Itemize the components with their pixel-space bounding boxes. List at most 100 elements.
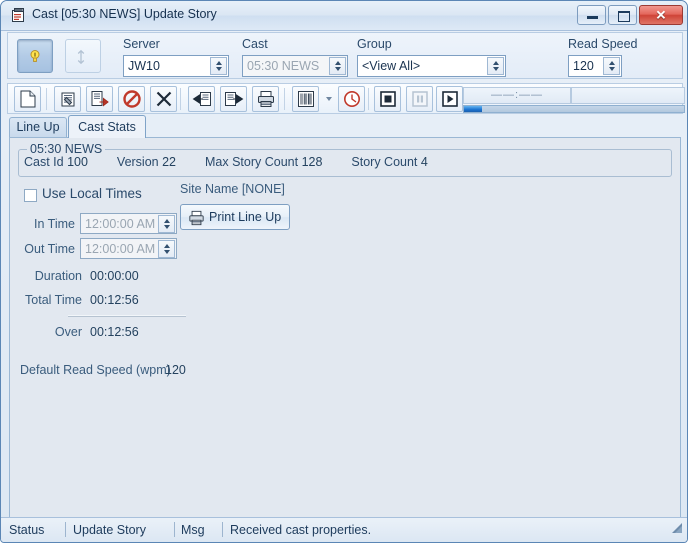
tab-strip: Line Up Cast Stats xyxy=(9,115,681,138)
move-in-button[interactable] xyxy=(188,86,215,112)
edit-script-button[interactable] xyxy=(54,86,81,112)
msg-value: Received cast properties. xyxy=(230,523,372,537)
cast-value: 05:30 NEWS xyxy=(247,59,320,73)
read-speed-spinner-icon[interactable] xyxy=(603,57,620,75)
print-line-up-button[interactable]: Print Line Up xyxy=(180,204,290,230)
cast-label: Cast xyxy=(242,37,268,51)
move-out-icon xyxy=(224,92,243,106)
new-document-button[interactable] xyxy=(14,86,41,112)
max-story-count-label: Max Story Count xyxy=(204,155,299,169)
over-label: Over xyxy=(54,325,82,339)
move-in-icon xyxy=(192,92,211,106)
maximize-button[interactable] xyxy=(608,5,637,25)
script-view-dropdown-button[interactable] xyxy=(322,86,335,112)
minimize-button[interactable] xyxy=(577,5,606,25)
script-view-icon xyxy=(297,91,314,107)
delete-button[interactable] xyxy=(150,86,177,112)
version-label: Version xyxy=(116,155,159,169)
toolbar-separator-4 xyxy=(368,88,369,110)
lightbulb-toggle-button[interactable] xyxy=(17,39,53,73)
close-button[interactable]: ✕ xyxy=(639,5,683,25)
cast-summary-row: Cast Id 100 Version 22 Max Story Count 1… xyxy=(24,155,428,169)
status-divider-1 xyxy=(65,522,66,537)
cast-summary-groupbox: 05:30 NEWS Cast Id 100 Version 22 Max St… xyxy=(18,142,672,177)
reject-story-icon xyxy=(122,90,141,108)
tab-cast-stats[interactable]: Cast Stats xyxy=(68,115,146,138)
progress-fill xyxy=(464,106,482,112)
server-combo[interactable]: JW10 xyxy=(123,55,229,77)
cast-summary-title: 05:30 NEWS xyxy=(27,142,106,156)
group-combo[interactable]: <View All> xyxy=(357,55,506,77)
duration-value: 00:00:00 xyxy=(90,269,139,283)
remaining-time-display xyxy=(571,87,685,104)
server-label: Server xyxy=(123,37,160,51)
default-read-speed-label: Default Read Speed (wpm) xyxy=(20,363,171,377)
use-local-times-label: Use Local Times xyxy=(42,186,142,201)
out-time-field[interactable]: 12:00:00 AM xyxy=(80,238,177,259)
server-value: JW10 xyxy=(128,59,160,73)
read-speed-label: Read Speed xyxy=(568,37,638,51)
move-out-button[interactable] xyxy=(220,86,247,112)
cast-combo[interactable]: 05:30 NEWS xyxy=(242,55,348,77)
clock-button[interactable] xyxy=(338,86,365,112)
use-local-times-checkbox[interactable] xyxy=(24,189,37,202)
lightbulb-icon xyxy=(28,49,42,63)
chevron-down-icon xyxy=(325,97,332,101)
pause-button[interactable] xyxy=(406,86,433,112)
toolbar-separator xyxy=(46,88,47,110)
print-icon xyxy=(257,91,274,107)
stop-button[interactable] xyxy=(374,86,401,112)
minimize-icon xyxy=(587,16,598,19)
window-controls: ✕ xyxy=(577,5,683,25)
total-time-label: Total Time xyxy=(25,293,82,307)
play-button[interactable] xyxy=(436,86,463,112)
default-read-speed-value: 120 xyxy=(165,363,186,377)
cast-id-label: Cast Id xyxy=(24,155,64,169)
status-label: Status xyxy=(9,523,45,537)
approve-story-button[interactable] xyxy=(86,86,113,112)
notepad-icon xyxy=(10,7,27,24)
cast-stats-panel: 05:30 NEWS Cast Id 100 Version 22 Max St… xyxy=(9,138,681,518)
reject-story-button[interactable] xyxy=(118,86,145,112)
story-count-label: Story Count xyxy=(351,155,418,169)
in-time-value: 12:00:00 AM xyxy=(85,217,156,231)
toolbar-separator-3 xyxy=(284,88,285,110)
stop-icon xyxy=(379,91,396,107)
approve-story-icon xyxy=(91,91,109,107)
read-speed-input[interactable]: 120 xyxy=(568,55,622,77)
status-value: Update Story xyxy=(73,523,146,537)
total-time-value: 00:12:56 xyxy=(90,293,139,307)
out-time-spinner-icon[interactable] xyxy=(158,240,175,258)
group-spinner-icon[interactable] xyxy=(487,57,504,75)
status-divider-2 xyxy=(174,522,175,537)
group-label: Group xyxy=(357,37,392,51)
move-up-button[interactable] xyxy=(65,39,101,73)
over-value: 00:12:56 xyxy=(90,325,139,339)
tab-line-up[interactable]: Line Up xyxy=(9,117,67,138)
server-spinner-icon[interactable] xyxy=(210,57,227,75)
cast-id-value: 100 xyxy=(67,155,88,169)
out-time-label: Out Time xyxy=(24,242,75,256)
out-time-value: 12:00:00 AM xyxy=(85,242,156,256)
script-view-button[interactable] xyxy=(292,86,319,112)
pause-icon xyxy=(411,91,428,107)
close-icon: ✕ xyxy=(655,7,667,23)
delete-icon xyxy=(156,91,171,107)
in-time-field[interactable]: 12:00:00 AM xyxy=(80,213,177,234)
top-form-bar: Server JW10 Cast 05:30 NEWS Group <View … xyxy=(7,32,683,79)
play-icon xyxy=(441,91,458,107)
print-icon xyxy=(189,210,204,226)
title-bar: Cast [05:30 NEWS] Update Story ✕ xyxy=(1,1,687,31)
duration-label: Duration xyxy=(34,269,82,283)
msg-label: Msg xyxy=(181,523,205,537)
cast-spinner-icon[interactable] xyxy=(329,57,346,75)
in-time-spinner-icon[interactable] xyxy=(158,215,175,233)
max-story-count-value: 128 xyxy=(301,155,323,169)
elapsed-time-value: ——:—— xyxy=(490,89,544,101)
resize-grip-icon[interactable] xyxy=(670,521,683,539)
playback-progress-bar[interactable] xyxy=(463,105,685,113)
in-time-label: In Time xyxy=(34,217,75,231)
print-button-toolbar[interactable] xyxy=(252,86,279,112)
story-count-value: 4 xyxy=(420,155,428,169)
edit-script-icon xyxy=(61,92,74,107)
